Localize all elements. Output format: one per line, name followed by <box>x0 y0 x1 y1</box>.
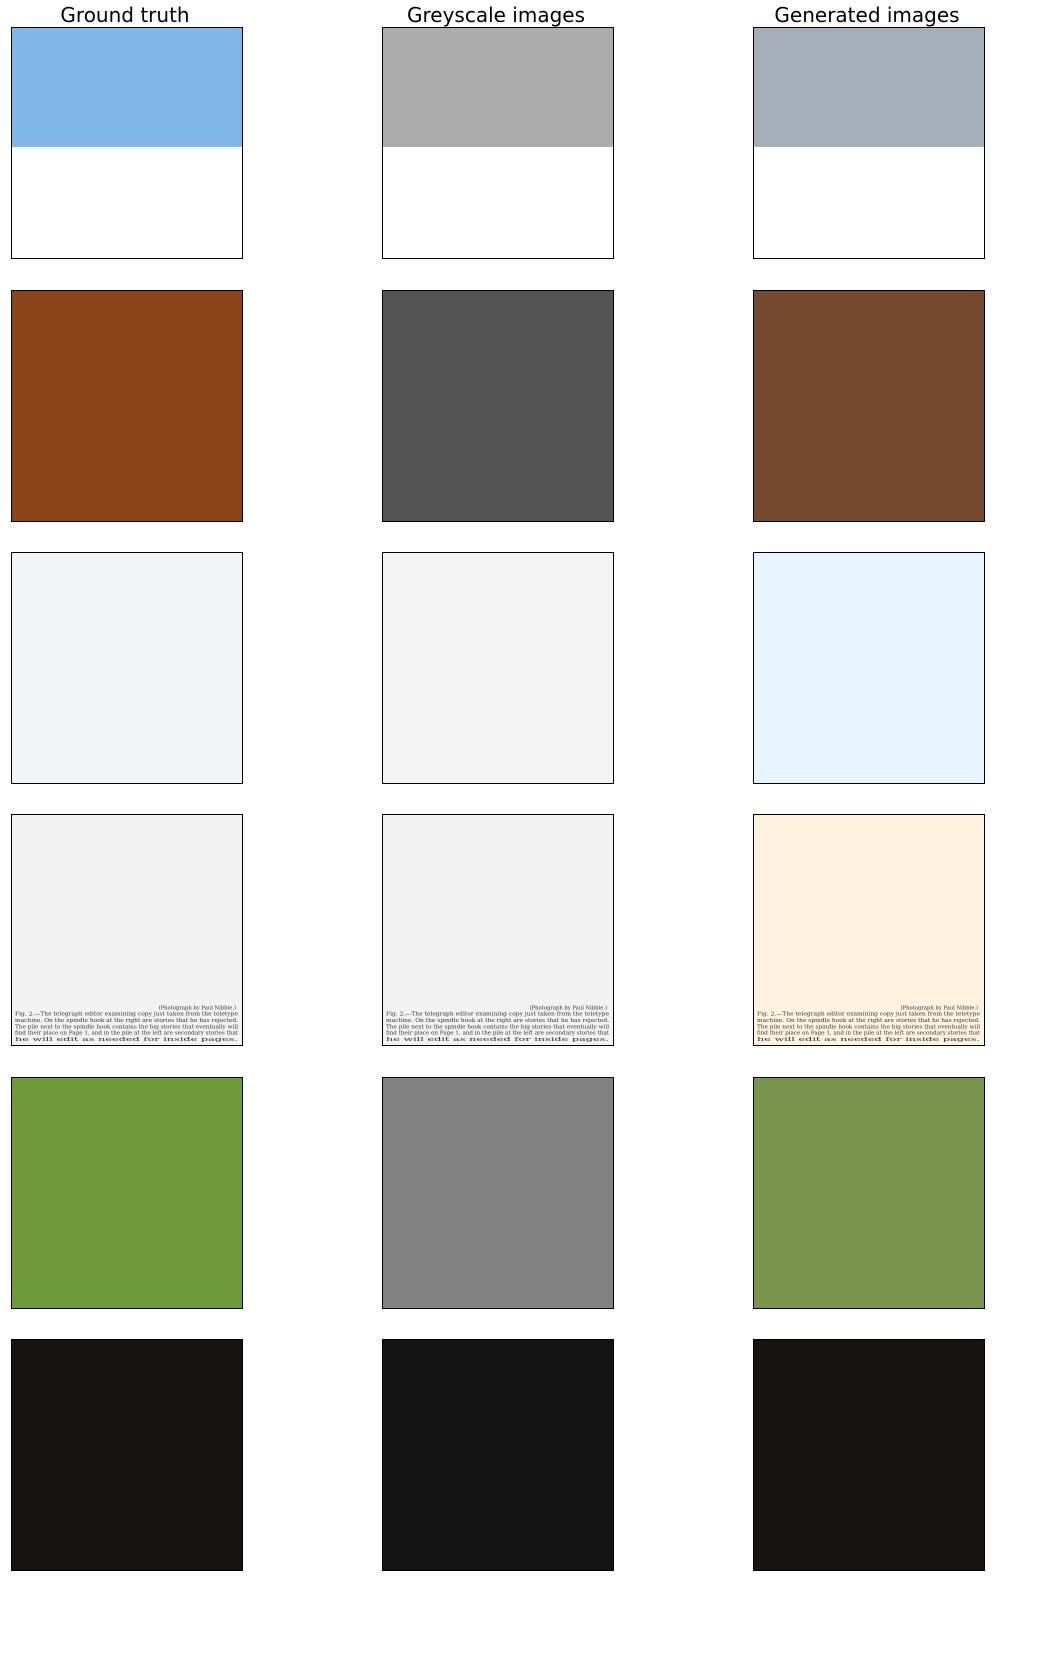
image-cell <box>382 290 614 522</box>
caption-line: he will edit as needed for inside pages. <box>15 1037 239 1043</box>
image-cell <box>11 1339 243 1571</box>
photo-image <box>754 1340 984 1570</box>
photo-image <box>12 1340 242 1570</box>
image-cell <box>753 1077 985 1309</box>
image-cell <box>382 1077 614 1309</box>
caption-line: The pile next to the spindle hook contai… <box>386 1024 609 1030</box>
image-cell <box>753 552 985 784</box>
photo-image <box>12 291 242 521</box>
photo-image <box>383 553 613 783</box>
caption-line: The pile next to the spindle hook contai… <box>757 1024 980 1030</box>
caption-line: Fig. 2.—The telegraph editor examining c… <box>757 1012 980 1018</box>
column-title: Greyscale images <box>406 3 586 27</box>
photo-image <box>754 553 984 783</box>
photo-image: (Photograph by Paul Nibble.)Fig. 2.—The … <box>754 815 984 1045</box>
image-cell: (Photograph by Paul Nibble.) Fig. 2.—The … <box>382 814 614 1046</box>
caption-line: Fig. 2.—The telegraph editor examining c… <box>386 1012 609 1018</box>
photo-image <box>383 28 613 147</box>
photo-image: (Photograph by Paul Nibble.)Fig. 2.—The … <box>12 815 242 1045</box>
image-cell <box>11 27 243 259</box>
image-cell <box>382 1339 614 1571</box>
image-cell <box>753 27 985 259</box>
photo-image <box>12 553 242 783</box>
photo-image <box>383 1078 613 1308</box>
photo-image <box>12 1078 242 1308</box>
image-cell <box>382 552 614 784</box>
caption-line: find their place on Page 1, and in the p… <box>386 1031 610 1037</box>
photo-image <box>754 28 984 147</box>
caption-line: machine. On the spindle hook at the righ… <box>386 1018 609 1024</box>
image-cell <box>11 552 243 784</box>
image-cell: (Photograph by Paul Nibble.) Fig. 2.—The … <box>11 814 243 1046</box>
image-cell <box>753 1339 985 1571</box>
photo-image: (Photograph by Paul Nibble.)Fig. 2.—The … <box>383 815 613 1045</box>
caption-line: find their place on Page 1, and in the p… <box>15 1031 239 1037</box>
column-title: Ground truth <box>60 3 190 27</box>
photo-image <box>754 291 984 521</box>
photo-image <box>12 28 242 147</box>
caption-line: machine. On the spindle hook at the righ… <box>757 1018 980 1024</box>
image-cell <box>11 1077 243 1309</box>
photo-image <box>383 1340 613 1570</box>
caption-line: (Photograph by Paul Nibble.) <box>901 1004 978 1011</box>
caption-line: find their place on Page 1, and in the p… <box>757 1031 981 1037</box>
photo-image <box>754 1078 984 1308</box>
caption-line: he will edit as needed for inside pages. <box>757 1037 981 1043</box>
image-cell <box>753 290 985 522</box>
caption-line: machine. On the spindle hook at the righ… <box>15 1018 238 1024</box>
caption-line: The pile next to the spindle hook contai… <box>15 1024 238 1030</box>
image-cell <box>382 27 614 259</box>
image-cell: (Photograph by Paul Nibble.) Fig. 2.—The … <box>753 814 985 1046</box>
caption-line: (Photograph by Paul Nibble.) <box>530 1004 607 1011</box>
image-cell <box>11 290 243 522</box>
column-title: Generated images <box>774 3 960 27</box>
caption-line: (Photograph by Paul Nibble.) <box>159 1004 236 1011</box>
caption-line: he will edit as needed for inside pages. <box>386 1037 610 1043</box>
photo-image <box>383 291 613 521</box>
caption-line: Fig. 2.—The telegraph editor examining c… <box>15 1012 238 1018</box>
